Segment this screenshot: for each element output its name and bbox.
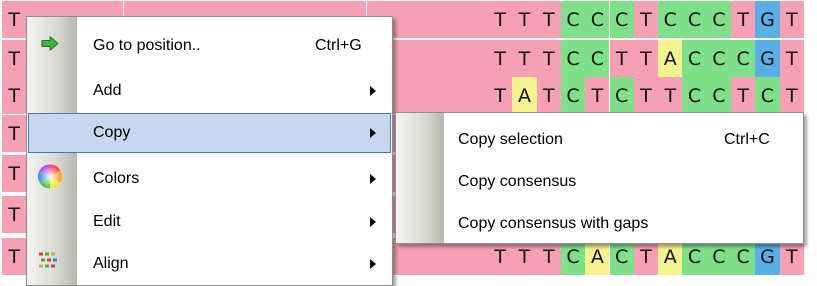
- sequence-cell[interactable]: [463, 77, 488, 114]
- sequence-cell[interactable]: T: [2, 40, 27, 77]
- sequence-cell[interactable]: T: [2, 196, 27, 233]
- submenu-arrow-icon: [370, 174, 376, 184]
- submenu-arrow-icon: [370, 259, 376, 269]
- context-menu: Go to position.. Ctrl+G Add Copy Colors …: [26, 16, 393, 286]
- menu-item-shortcut: Ctrl+C: [724, 131, 770, 148]
- sequence-cell[interactable]: T: [731, 1, 756, 38]
- sequence-cell[interactable]: T: [633, 1, 659, 38]
- submenu-arrow-icon: [370, 86, 376, 96]
- sequence-cell[interactable]: [415, 77, 440, 114]
- menu-item-copy-consensus-with-gaps[interactable]: Copy consensus with gaps: [397, 205, 802, 243]
- sequence-cell[interactable]: C: [585, 40, 610, 77]
- sequence-cell[interactable]: T: [488, 40, 513, 77]
- align-icon: [38, 251, 60, 278]
- menu-item-copy-consensus[interactable]: Copy consensus: [397, 163, 802, 201]
- menu-item-label: Go to position..: [93, 37, 201, 54]
- sequence-cell[interactable]: A: [512, 77, 537, 114]
- menu-item-align[interactable]: Align: [28, 245, 391, 283]
- sequence-cell[interactable]: T: [633, 77, 659, 114]
- sequence-cell[interactable]: A: [658, 40, 683, 77]
- sequence-cell[interactable]: T: [779, 1, 804, 38]
- menu-item-edit[interactable]: Edit: [28, 203, 391, 241]
- sequence-cell[interactable]: T: [2, 238, 27, 275]
- sequence-cell[interactable]: C: [585, 1, 610, 38]
- sequence-cell[interactable]: T: [512, 1, 537, 38]
- sequence-cell[interactable]: C: [682, 77, 707, 114]
- menu-item-label: Copy consensus with gaps: [458, 215, 649, 232]
- menu-item-copy[interactable]: Copy: [28, 113, 391, 153]
- color-wheel-icon: [37, 164, 63, 195]
- sequence-cell[interactable]: C: [682, 40, 707, 77]
- sequence-cell[interactable]: C: [682, 1, 707, 38]
- sequence-cell[interactable]: [415, 40, 440, 77]
- sequence-cell[interactable]: T: [2, 155, 27, 192]
- menu-item-copy-selection[interactable]: Copy selection Ctrl+C: [397, 121, 802, 159]
- sequence-cell[interactable]: T: [633, 40, 659, 77]
- menu-item-go-to-position[interactable]: Go to position.. Ctrl+G: [28, 27, 391, 65]
- sequence-cell[interactable]: T: [536, 77, 561, 114]
- sequence-cell[interactable]: T: [488, 77, 513, 114]
- sequence-cell[interactable]: [390, 40, 416, 77]
- sequence-cell[interactable]: T: [536, 1, 561, 38]
- menu-item-label: Copy consensus: [458, 173, 577, 190]
- sequence-cell[interactable]: [415, 1, 440, 38]
- sequence-cell[interactable]: C: [560, 40, 586, 77]
- sequence-cell[interactable]: C: [731, 40, 756, 77]
- sequence-cell[interactable]: [463, 40, 488, 77]
- menu-item-label: Colors: [93, 170, 140, 187]
- sequence-cell[interactable]: [390, 77, 416, 114]
- sequence-cell[interactable]: [439, 40, 464, 77]
- sequence-cell[interactable]: C: [560, 77, 586, 114]
- menu-item-label: Copy: [93, 124, 131, 141]
- sequence-cell[interactable]: T: [512, 40, 537, 77]
- menu-item-colors[interactable]: Colors: [28, 160, 391, 198]
- sequence-cell[interactable]: [463, 1, 488, 38]
- sequence-cell[interactable]: T: [658, 77, 683, 114]
- sequence-cell[interactable]: C: [560, 1, 586, 38]
- sequence-cell[interactable]: C: [706, 40, 731, 77]
- sequence-cell[interactable]: T: [585, 77, 610, 114]
- sequence-cell[interactable]: C: [609, 77, 634, 114]
- menu-item-label: Add: [93, 82, 122, 99]
- menu-item-add[interactable]: Add: [28, 72, 391, 110]
- sequence-cell[interactable]: T: [779, 40, 804, 77]
- sequence-cell[interactable]: [390, 1, 416, 38]
- sequence-cell[interactable]: T: [488, 1, 513, 38]
- sequence-cell[interactable]: T: [2, 115, 27, 152]
- sequence-cell[interactable]: C: [658, 1, 683, 38]
- sequence-cell[interactable]: [439, 77, 464, 114]
- green-arrow-icon: [41, 35, 59, 56]
- submenu-arrow-icon: [370, 217, 376, 227]
- sequence-cell[interactable]: G: [755, 1, 780, 38]
- menu-item-shortcut: Ctrl+G: [315, 37, 362, 54]
- submenu-arrow-icon: [370, 128, 376, 138]
- sequence-cell[interactable]: C: [609, 1, 634, 38]
- sequence-cell[interactable]: T: [2, 1, 27, 38]
- sequence-cell[interactable]: T: [2, 77, 27, 114]
- sequence-cell[interactable]: C: [706, 77, 731, 114]
- copy-submenu: Copy selection Ctrl+C Copy consensus Cop…: [395, 112, 804, 244]
- sequence-cell[interactable]: T: [609, 40, 634, 77]
- sequence-cell[interactable]: C: [706, 1, 731, 38]
- menu-item-label: Copy selection: [458, 131, 563, 148]
- sequence-cell[interactable]: G: [755, 40, 780, 77]
- sequence-cell[interactable]: T: [779, 77, 804, 114]
- sequence-cell[interactable]: [439, 1, 464, 38]
- sequence-cell[interactable]: T: [536, 40, 561, 77]
- sequence-cell[interactable]: T: [731, 77, 756, 114]
- sequence-cell[interactable]: C: [755, 77, 780, 114]
- menu-item-label: Align: [93, 255, 129, 272]
- menu-item-label: Edit: [93, 213, 121, 230]
